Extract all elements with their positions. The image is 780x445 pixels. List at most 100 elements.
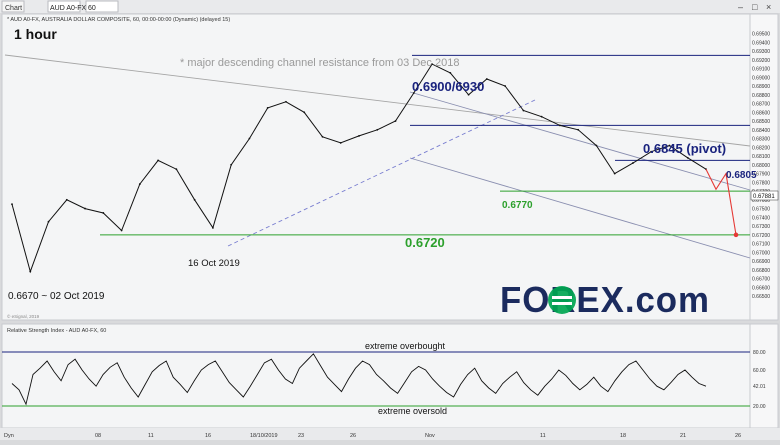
- price-tick-label: 0.67000: [752, 250, 770, 256]
- price-point: [230, 163, 233, 166]
- price-point: [613, 172, 616, 175]
- price-point: [686, 156, 689, 159]
- time-axis-label: 21: [680, 433, 686, 439]
- symbol-field-value: AUD A0-FX: [50, 5, 87, 12]
- price-point: [47, 220, 50, 223]
- current-price-value: 0.67881: [753, 194, 775, 200]
- price-tick-label: 0.69500: [752, 32, 770, 38]
- oversold-label: extreme oversold: [378, 406, 447, 416]
- price-tick-label: 0.69100: [752, 67, 770, 73]
- low-16oct-label: 16 Oct 2019: [188, 258, 240, 269]
- rsi-tick-label: 20.00: [753, 404, 766, 410]
- price-tick-label: 0.68900: [752, 84, 770, 90]
- price-point: [11, 203, 13, 206]
- price-point: [632, 162, 634, 164]
- price-tick-label: 0.68100: [752, 154, 770, 160]
- price-point: [394, 120, 397, 122]
- instrument-line: * AUD A0-FX, AUSTRALIA DOLLAR COMPOSITE,…: [7, 17, 230, 23]
- rsi-tick-label: 80.00: [753, 350, 766, 356]
- price-tick-label: 0.68300: [752, 137, 770, 143]
- price-point: [449, 71, 452, 74]
- time-axis-label: 18: [620, 433, 626, 439]
- level-6720-label: 0.6720: [405, 235, 445, 250]
- copyright: © eSignal, 2019: [7, 313, 40, 319]
- interval-field-value: 60: [88, 5, 96, 12]
- price-tick-label: 0.66800: [752, 268, 770, 274]
- price-point: [376, 128, 379, 131]
- price-point: [485, 78, 488, 80]
- price-point: [120, 229, 123, 232]
- price-point: [595, 144, 598, 147]
- price-tick-label: 0.68000: [752, 163, 770, 169]
- price-tick-label: 0.69200: [752, 58, 770, 64]
- price-point: [321, 135, 324, 138]
- price-point: [175, 168, 178, 171]
- chart-window: Chart AUD A0-FX 60 – □ × 0.69500 0.69400 0…: [0, 0, 780, 440]
- price-point: [65, 198, 68, 201]
- time-axis-label: Dyn: [4, 433, 14, 439]
- price-point: [522, 109, 525, 112]
- time-axis-label: Nov: [425, 433, 435, 439]
- price-tick-label: 0.68500: [752, 119, 770, 125]
- price-axis-ticks: 0.69500 0.69400 0.69300 0.69200 0.69100 0.690…: [752, 32, 770, 301]
- price-tick-label: 0.67300: [752, 224, 770, 230]
- price-point: [540, 115, 543, 118]
- forex-logo-o-mark: [548, 286, 576, 314]
- level-6900-label: 0.6900/6930: [412, 79, 484, 94]
- price-point: [266, 107, 269, 109]
- forecast-target-dot: [733, 232, 739, 238]
- price-tick-label: 0.68400: [752, 128, 770, 134]
- maximize-icon[interactable]: □: [752, 2, 758, 12]
- rsi-axis: [749, 323, 779, 429]
- time-axis-label: 23: [298, 433, 304, 439]
- time-axis-label: 11: [148, 433, 154, 439]
- price-point: [303, 111, 306, 114]
- level-6845-label: 0.6845 (pivot): [643, 141, 726, 156]
- price-tick-label: 0.68200: [752, 145, 770, 151]
- price-tick-label: 0.67800: [752, 180, 770, 186]
- time-axis-label: 18/10/2019: [250, 433, 278, 439]
- time-axis-label: 26: [735, 433, 741, 439]
- price-tick-label: 0.69000: [752, 75, 770, 81]
- price-point: [339, 142, 342, 144]
- price-point: [504, 85, 507, 87]
- price-tick-label: 0.67200: [752, 233, 770, 239]
- time-axis: [0, 428, 780, 440]
- price-point: [285, 100, 287, 103]
- price-tick-label: 0.67100: [752, 242, 770, 248]
- price-point: [577, 128, 580, 131]
- price-point: [358, 135, 360, 137]
- price-tick-label: 0.68800: [752, 93, 770, 99]
- rsi-tick-label: 60.00: [753, 368, 766, 374]
- timeframe-label: 1 hour: [14, 26, 57, 42]
- price-tick-label: 0.69300: [752, 49, 770, 55]
- forex-logo-bar-1: [552, 296, 572, 299]
- price-point: [138, 183, 141, 185]
- forex-logo: FOREX.com: [500, 279, 710, 320]
- close-icon[interactable]: ×: [766, 2, 771, 12]
- price-point: [558, 124, 561, 127]
- low-6670-label: 0.6670 ~ 02 Oct 2019: [8, 291, 105, 302]
- price-tick-label: 0.66900: [752, 259, 770, 265]
- time-axis-label: 26: [350, 433, 356, 439]
- rsi-tick-label: 42.01: [753, 384, 766, 390]
- minimize-icon[interactable]: –: [738, 2, 743, 12]
- price-point: [193, 198, 196, 201]
- forex-logo-text: FOREX.com: [500, 279, 710, 320]
- rsi-title: Relative Strength Index - AUD A0-FX, 60: [7, 328, 106, 334]
- price-point: [29, 270, 32, 273]
- level-6805-label: 0.6805: [726, 170, 757, 181]
- price-tick-label: 0.68700: [752, 102, 770, 108]
- forex-logo-bar-2: [552, 302, 572, 305]
- price-tick-label: 0.67500: [752, 207, 770, 213]
- overbought-label: extreme overbought: [365, 341, 446, 351]
- price-point: [102, 212, 105, 214]
- price-tick-label: 0.69400: [752, 40, 770, 46]
- price-tick-label: 0.68600: [752, 110, 770, 116]
- time-axis-label: 16: [205, 433, 211, 439]
- price-point: [211, 226, 214, 229]
- price-tick-label: 0.67400: [752, 215, 770, 221]
- price-point: [248, 137, 251, 140]
- price-point: [157, 159, 160, 162]
- level-6770-label: 0.6770: [502, 200, 533, 211]
